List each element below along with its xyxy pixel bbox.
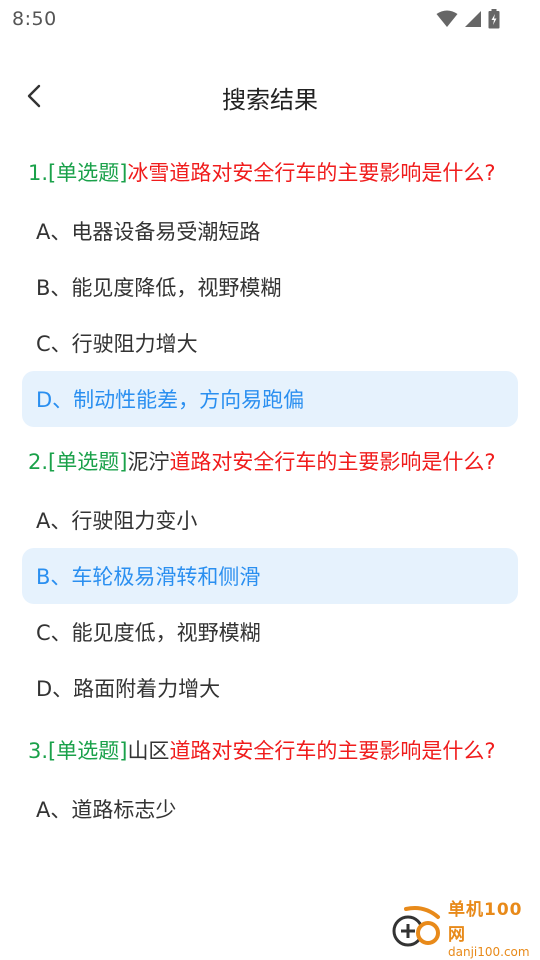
question-text: 道路对安全行车的主要影响是什么? — [169, 450, 496, 474]
watermark-site-name: 单机100网 — [448, 900, 523, 945]
question-number: 3. — [28, 739, 49, 763]
question-text: 冰雪道路对安全行车的主要影响是什么? — [127, 161, 496, 185]
option-a[interactable]: A、道路标志少 — [22, 781, 518, 837]
option-d-correct[interactable]: D、制动性能差，方向易跑偏 — [22, 371, 518, 427]
option-a[interactable]: A、行驶阻力变小 — [22, 492, 518, 548]
wifi-icon — [436, 10, 458, 27]
question-keyword: 山区 — [127, 739, 170, 763]
option-c[interactable]: C、行驶阻力增大 — [22, 315, 518, 371]
option-b-correct[interactable]: B、车轮极易滑转和侧滑 — [22, 548, 518, 604]
option-d[interactable]: D、路面附着力增大 — [22, 660, 518, 716]
cellular-signal-icon — [465, 11, 481, 27]
battery-icon — [488, 9, 500, 29]
question-type: [单选题] — [48, 739, 128, 763]
status-icons — [436, 9, 500, 29]
watermark-url: danji100.com — [448, 945, 530, 959]
watermark-text: 单机100网 danji100.com — [448, 895, 536, 959]
question-title: 1.[单选题]冰雪道路对安全行车的主要影响是什么? — [0, 150, 540, 187]
question-keyword: 泥泞 — [127, 450, 170, 474]
question-type: [单选题] — [48, 450, 128, 474]
question-title: 3.[单选题]山区道路对安全行车的主要影响是什么? — [0, 728, 540, 765]
header: 搜索结果 — [0, 70, 540, 122]
question-item: 3.[单选题]山区道路对安全行车的主要影响是什么? A、道路标志少 — [0, 728, 540, 837]
search-results-list: 1.[单选题]冰雪道路对安全行车的主要影响是什么? A、电器设备易受潮短路 B、… — [0, 150, 540, 847]
watermark: 单机100网 danji100.com — [386, 895, 536, 959]
question-text: 道路对安全行车的主要影响是什么? — [169, 739, 496, 763]
question-number: 2. — [28, 450, 49, 474]
option-b[interactable]: B、能见度降低，视野模糊 — [22, 259, 518, 315]
status-time: 8:50 — [12, 8, 57, 30]
question-number: 1. — [28, 161, 49, 185]
page-title: 搜索结果 — [222, 86, 318, 114]
question-item: 1.[单选题]冰雪道路对安全行车的主要影响是什么? A、电器设备易受潮短路 B、… — [0, 150, 540, 427]
status-bar: 8:50 — [0, 0, 540, 38]
watermark-logo-icon — [386, 903, 444, 951]
option-a[interactable]: A、电器设备易受潮短路 — [22, 203, 518, 259]
question-title: 2.[单选题]泥泞道路对安全行车的主要影响是什么? — [0, 439, 540, 476]
option-c[interactable]: C、能见度低，视野模糊 — [22, 604, 518, 660]
question-item: 2.[单选题]泥泞道路对安全行车的主要影响是什么? A、行驶阻力变小 B、车轮极… — [0, 439, 540, 716]
question-type: [单选题] — [48, 161, 128, 185]
